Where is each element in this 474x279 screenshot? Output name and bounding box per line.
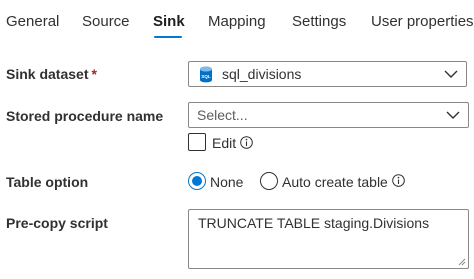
pre-copy-script-label: Pre-copy script: [6, 215, 108, 231]
table-option-label: Table option: [6, 174, 89, 190]
tab-settings[interactable]: Settings: [292, 12, 346, 32]
edit-checkbox[interactable]: [188, 133, 206, 151]
sql-database-icon: SQL: [200, 66, 212, 83]
active-tab-indicator: [154, 36, 182, 38]
edit-label: Edit: [212, 135, 237, 151]
sink-dataset-label-text: Sink dataset: [6, 66, 89, 82]
radio-none-label: None: [210, 174, 244, 190]
tab-source[interactable]: Source: [82, 12, 130, 32]
radio-auto-create-table[interactable]: [260, 172, 278, 190]
tab-sink[interactable]: Sink: [153, 12, 185, 32]
required-marker: *: [91, 66, 97, 82]
chevron-down-icon: [444, 70, 458, 78]
info-icon[interactable]: [392, 174, 405, 187]
svg-text:SQL: SQL: [201, 74, 211, 79]
resize-grip-icon[interactable]: [458, 258, 466, 266]
sink-dataset-value: sql_divisions: [222, 66, 302, 82]
info-icon[interactable]: [240, 136, 253, 149]
stored-procedure-dropdown[interactable]: Select...: [188, 102, 469, 128]
radio-auto-create-table-label: Auto create table: [282, 174, 388, 190]
stored-procedure-label: Stored procedure name: [6, 108, 164, 124]
pre-copy-script-textarea[interactable]: TRUNCATE TABLE staging.Divisions: [188, 209, 469, 269]
chevron-down-icon: [446, 111, 460, 119]
sink-dataset-label: Sink dataset *: [6, 65, 97, 83]
radio-none[interactable]: [188, 172, 206, 190]
tab-mapping[interactable]: Mapping: [208, 12, 266, 32]
stored-procedure-placeholder: Select...: [197, 107, 248, 123]
pre-copy-script-value: TRUNCATE TABLE staging.Divisions: [198, 215, 430, 231]
tab-bar: General Source Sink Mapping Settings Use…: [0, 0, 474, 44]
sink-dataset-dropdown[interactable]: SQL sql_divisions: [188, 61, 467, 87]
tab-user-properties[interactable]: User properties: [371, 12, 474, 32]
tab-general[interactable]: General: [6, 12, 59, 32]
